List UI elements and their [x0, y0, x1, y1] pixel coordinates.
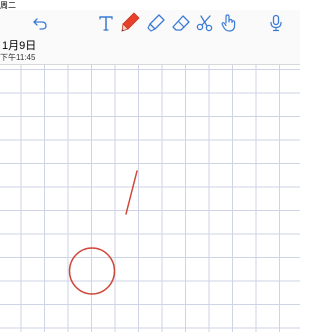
microphone-icon	[270, 14, 282, 32]
note-time: 下午11:45	[0, 53, 36, 62]
pen-tool-button[interactable]	[118, 10, 142, 36]
text-tool-button[interactable]	[94, 10, 118, 36]
ink-stroke-line	[125, 170, 138, 215]
undo-icon	[33, 18, 47, 30]
undo-button[interactable]	[28, 10, 52, 36]
note-header: 1月9日 下午11:45	[0, 36, 300, 65]
eraser-icon	[172, 15, 190, 31]
lasso-tool-button[interactable]	[193, 10, 217, 36]
eraser-tool-button[interactable]	[169, 10, 193, 36]
drawing-toolbar	[0, 10, 300, 36]
pen-icon	[121, 12, 140, 32]
drawing-canvas[interactable]	[0, 65, 300, 332]
hand-pointer-icon	[221, 14, 236, 32]
highlighter-icon	[147, 14, 165, 32]
note-date: 1月9日	[2, 40, 37, 52]
text-tool-icon	[99, 16, 113, 31]
ink-stroke-circle	[68, 247, 116, 295]
hand-tool-button[interactable]	[217, 10, 241, 36]
microphone-button[interactable]	[264, 10, 288, 36]
ink-layer	[68, 170, 138, 295]
scissors-icon	[196, 15, 213, 32]
highlighter-tool-button[interactable]	[144, 10, 168, 36]
